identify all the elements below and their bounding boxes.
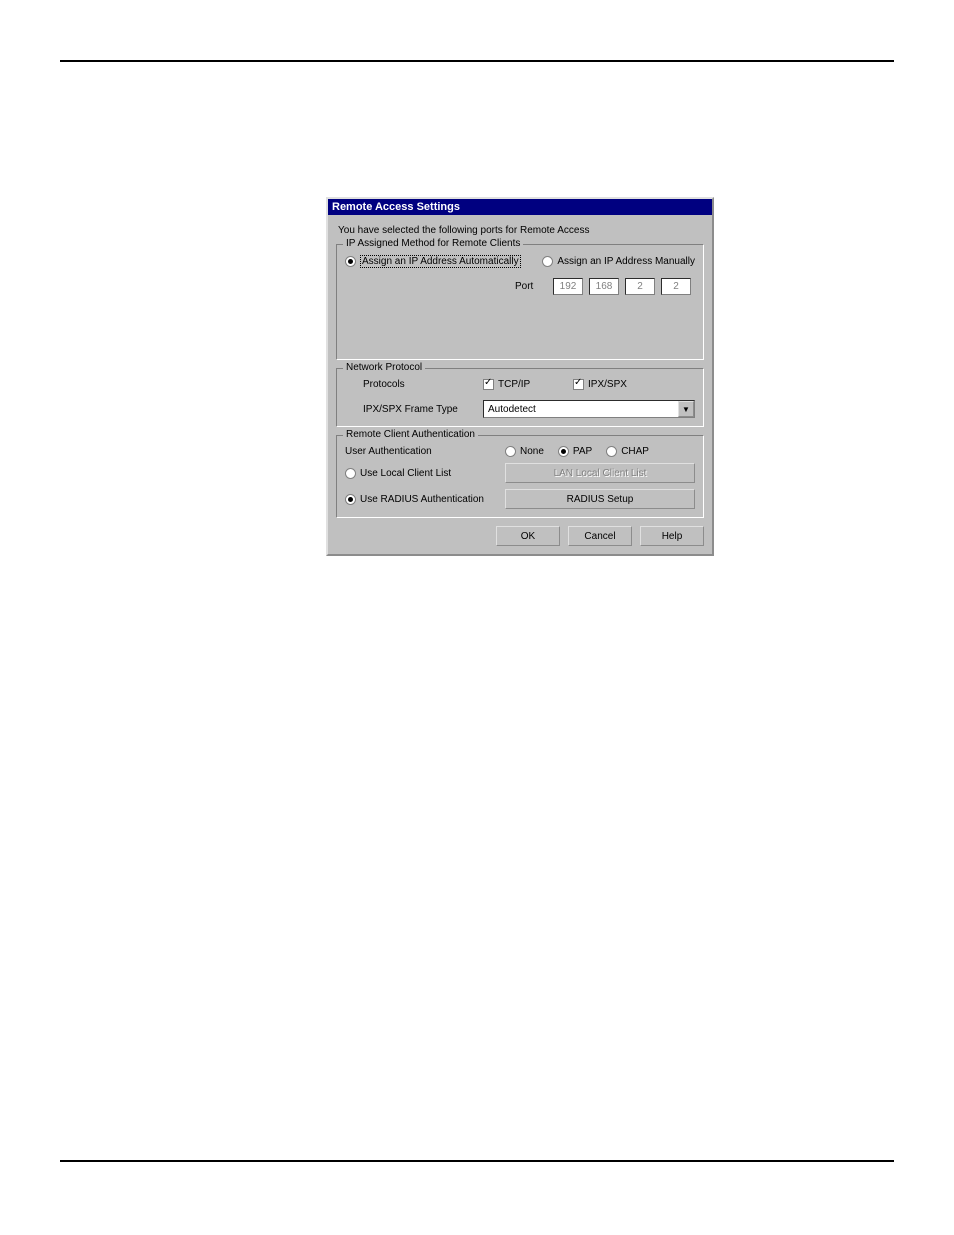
protocols-label: Protocols [363, 379, 483, 390]
network-protocol-legend: Network Protocol [343, 362, 425, 373]
dialog-footer-buttons: OK Cancel Help [336, 526, 704, 546]
dialog-titlebar: Remote Access Settings [328, 199, 712, 215]
radio-icon [505, 446, 516, 457]
network-protocol-group: Network Protocol Protocols TCP/IP IPX/SP… [336, 368, 704, 427]
ip-auto-radio[interactable]: Assign an IP Address Automatically [345, 255, 521, 268]
use-radius-radio[interactable]: Use RADIUS Authentication [345, 494, 505, 505]
page-footer-rule [60, 1160, 894, 1162]
radius-setup-button[interactable]: RADIUS Setup [505, 489, 695, 509]
ip-auto-label: Assign an IP Address Automatically [360, 255, 521, 268]
ip-port-row: Port 192 168 2 2 [515, 278, 695, 295]
checkbox-checked-icon [573, 379, 584, 390]
ip-octet-3[interactable]: 2 [625, 278, 655, 295]
help-label: Help [662, 531, 683, 542]
frame-type-value: Autodetect [488, 404, 536, 415]
auth-chap-label: CHAP [621, 446, 649, 457]
auth-legend: Remote Client Authentication [343, 429, 478, 440]
remote-access-dialog: Remote Access Settings You have selected… [326, 197, 714, 556]
help-button[interactable]: Help [640, 526, 704, 546]
ipxspx-label: IPX/SPX [588, 379, 627, 390]
chevron-down-icon: ▼ [678, 401, 694, 417]
page-header-rule [60, 60, 894, 62]
radio-selected-icon [345, 256, 356, 267]
radio-icon [345, 468, 356, 479]
auth-none-label: None [520, 446, 544, 457]
auth-pap-radio[interactable]: PAP [558, 446, 592, 457]
cancel-label: Cancel [584, 531, 615, 542]
auth-chap-radio[interactable]: CHAP [606, 446, 649, 457]
auth-pap-label: PAP [573, 446, 592, 457]
dialog-body: You have selected the following ports fo… [328, 215, 712, 554]
tcpip-checkbox[interactable]: TCP/IP [483, 379, 573, 390]
checkbox-checked-icon [483, 379, 494, 390]
ip-method-legend: IP Assigned Method for Remote Clients [343, 238, 523, 249]
dialog-title: Remote Access Settings [332, 201, 460, 213]
ip-method-group: IP Assigned Method for Remote Clients As… [336, 244, 704, 360]
radio-icon [606, 446, 617, 457]
ip-octet-2[interactable]: 168 [589, 278, 619, 295]
radio-icon [542, 256, 553, 267]
ipxspx-checkbox[interactable]: IPX/SPX [573, 379, 627, 390]
frame-type-select[interactable]: Autodetect ▼ [483, 400, 695, 418]
ok-button[interactable]: OK [496, 526, 560, 546]
use-radius-label: Use RADIUS Authentication [360, 494, 484, 505]
user-auth-label: User Authentication [345, 446, 432, 457]
radius-setup-label: RADIUS Setup [567, 494, 634, 505]
ok-label: OK [521, 531, 535, 542]
auth-none-radio[interactable]: None [505, 446, 544, 457]
auth-group: Remote Client Authentication User Authen… [336, 435, 704, 518]
use-local-label: Use Local Client List [360, 468, 451, 479]
frame-type-label: IPX/SPX Frame Type [363, 404, 483, 415]
radio-selected-icon [345, 494, 356, 505]
ip-manual-radio[interactable]: Assign an IP Address Manually [542, 256, 695, 267]
tcpip-label: TCP/IP [498, 379, 530, 390]
intro-text: You have selected the following ports fo… [338, 225, 702, 236]
radio-selected-icon [558, 446, 569, 457]
local-client-list-label: LAN Local Client List [554, 468, 647, 479]
cancel-button[interactable]: Cancel [568, 526, 632, 546]
port-label: Port [515, 281, 547, 292]
ip-manual-label: Assign an IP Address Manually [557, 256, 695, 267]
local-client-list-button: LAN Local Client List [505, 463, 695, 483]
use-local-radio[interactable]: Use Local Client List [345, 468, 505, 479]
ip-octet-4[interactable]: 2 [661, 278, 691, 295]
ip-octet-1[interactable]: 192 [553, 278, 583, 295]
